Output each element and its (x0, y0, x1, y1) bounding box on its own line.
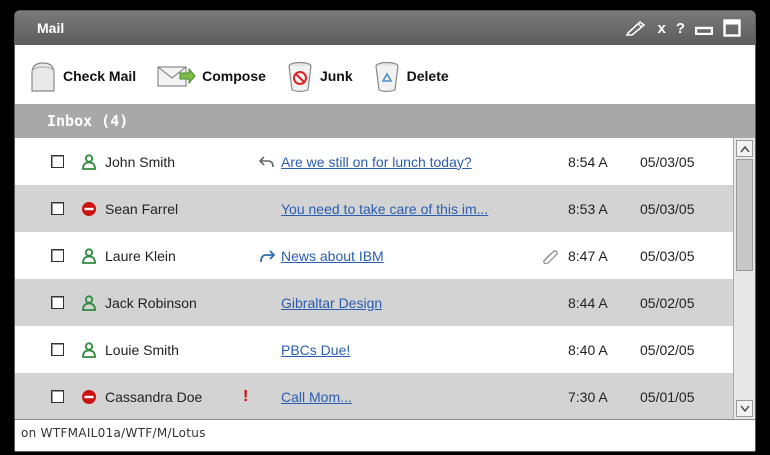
message-time: 7:30 A (568, 388, 608, 405)
row-checkbox[interactable] (51, 390, 64, 403)
blocked-icon (82, 201, 96, 216)
message-time: 8:40 A (568, 341, 608, 358)
pencil-icon[interactable] (625, 20, 647, 36)
sender-name: Cassandra Doe (105, 388, 203, 405)
paperclip-icon (543, 249, 558, 264)
person-icon (82, 247, 96, 264)
message-date: 05/03/05 (640, 200, 695, 217)
compose-button[interactable]: Compose (156, 63, 266, 89)
message-row[interactable]: Sean Farrel You need to take care of thi… (15, 185, 733, 232)
mailbox-icon (31, 62, 55, 92)
chevron-down-icon (739, 405, 750, 412)
message-date: 05/02/05 (640, 294, 695, 311)
row-checkbox[interactable] (51, 343, 64, 356)
message-row[interactable]: Jack Robinson Gibraltar Design 8:44 A 05… (15, 279, 733, 326)
message-row[interactable]: Laure Klein News about IBM 8:47 A 05/03/… (15, 232, 733, 279)
row-checkbox[interactable] (51, 296, 64, 309)
list-scrollbar[interactable] (733, 138, 755, 419)
help-icon[interactable]: ? (676, 20, 685, 37)
message-date: 05/01/05 (640, 388, 695, 405)
person-icon (82, 341, 96, 358)
scroll-down-button[interactable] (736, 400, 753, 417)
title-bar: Mail x ? (15, 11, 755, 45)
check-mail-label: Check Mail (63, 68, 137, 84)
subject-link[interactable]: You need to take care of this im... (281, 201, 488, 217)
message-time: 8:47 A (568, 247, 608, 264)
subject-link[interactable]: PBCs Due! (281, 342, 350, 358)
junk-button[interactable]: Junk (286, 59, 353, 93)
message-list: John Smith Are we still on for lunch tod… (15, 138, 733, 419)
scroll-thumb[interactable] (736, 159, 753, 271)
inbox-title: Inbox (4) (47, 112, 129, 130)
person-icon (82, 153, 96, 170)
subject-link[interactable]: News about IBM (281, 248, 384, 264)
row-checkbox[interactable] (51, 202, 64, 215)
delete-button[interactable]: Delete (373, 59, 449, 93)
sender-name: Laure Klein (105, 247, 176, 264)
window-controls: x ? (625, 19, 741, 37)
mail-window: Mail x ? Check Mail Compose Junk Delete … (14, 10, 756, 452)
subject-link[interactable]: Gibraltar Design (281, 295, 382, 311)
window-title: Mail (37, 20, 65, 36)
message-time: 8:54 A (568, 153, 608, 170)
message-time: 8:44 A (568, 294, 608, 311)
subject-link[interactable]: Are we still on for lunch today? (281, 154, 472, 170)
server-status-text: on WTFMAIL01a/WTF/M/Lotus (21, 426, 206, 440)
subject-link[interactable]: Call Mom... (281, 389, 352, 405)
status-bar: on WTFMAIL01a/WTF/M/Lotus (15, 419, 755, 451)
scroll-up-button[interactable] (736, 140, 753, 157)
junk-icon (288, 61, 312, 93)
message-time: 8:53 A (568, 200, 608, 217)
message-row[interactable]: Louie Smith PBCs Due! 8:40 A 05/02/05 (15, 326, 733, 373)
inbox-header: Inbox (4) (15, 104, 755, 138)
message-date: 05/03/05 (640, 153, 695, 170)
sender-name: John Smith (105, 153, 176, 170)
junk-label: Junk (319, 68, 353, 84)
compose-label: Compose (202, 68, 266, 84)
maximize-icon[interactable] (723, 19, 741, 37)
sender-name: Jack Robinson (105, 294, 197, 311)
blocked-icon (82, 389, 96, 404)
message-date: 05/03/05 (640, 247, 695, 264)
close-icon[interactable]: x (657, 20, 665, 37)
message-row[interactable]: John Smith Are we still on for lunch tod… (15, 138, 733, 185)
check-mail-button[interactable]: Check Mail (29, 59, 136, 93)
reply-icon (259, 155, 274, 167)
minimize-icon[interactable] (695, 21, 713, 35)
person-icon (82, 294, 96, 311)
row-checkbox[interactable] (51, 249, 64, 262)
compose-icon (157, 66, 196, 87)
message-date: 05/02/05 (640, 341, 695, 358)
sender-name: Sean Farrel (105, 200, 179, 217)
forward-icon (260, 249, 275, 262)
recycle-bin-icon (375, 61, 399, 93)
toolbar: Check Mail Compose Junk Delete (15, 45, 755, 107)
delete-label: Delete (406, 68, 449, 84)
chevron-up-icon (739, 145, 750, 152)
urgent-flag-icon: ! (243, 387, 249, 405)
sender-name: Louie Smith (105, 341, 179, 358)
row-checkbox[interactable] (51, 155, 64, 168)
message-row[interactable]: Cassandra Doe ! Call Mom... 7:30 A 05/01… (15, 373, 733, 419)
